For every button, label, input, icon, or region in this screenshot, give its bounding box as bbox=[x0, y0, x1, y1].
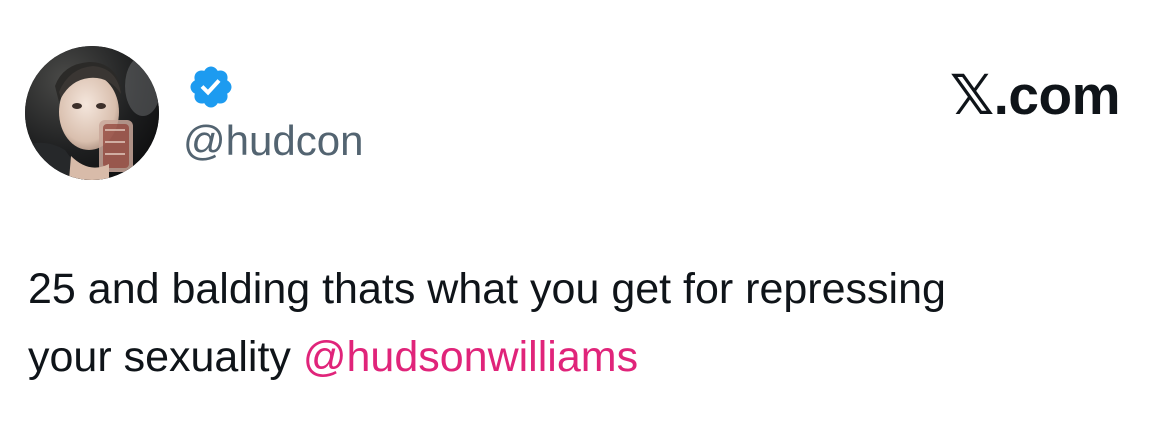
tweet-text: 25 and balding thats what you get for re… bbox=[28, 255, 1148, 391]
author-handle[interactable]: @hudcon bbox=[183, 115, 363, 167]
tweet-line-1: 25 and balding thats what you get for re… bbox=[28, 265, 946, 313]
verified-badge-icon bbox=[190, 66, 232, 108]
avatar[interactable] bbox=[25, 46, 159, 180]
tweet-line-2: your sexuality @hudsonwilliams bbox=[28, 323, 1148, 391]
tweet-line-2-text: your sexuality bbox=[28, 333, 303, 381]
brand-label: 𝕏.com bbox=[949, 64, 1121, 126]
mention-link[interactable]: @hudsonwilliams bbox=[303, 333, 638, 381]
avatar-photo bbox=[25, 46, 159, 180]
